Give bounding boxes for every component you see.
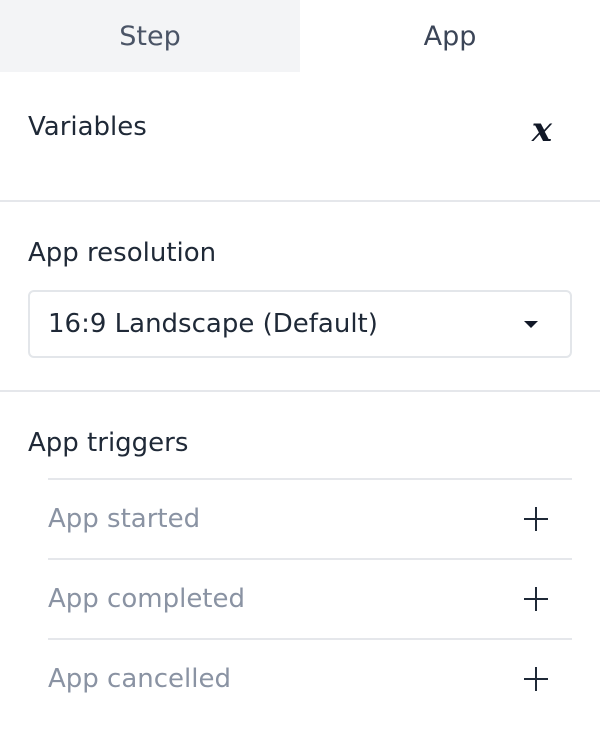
trigger-label: App started <box>48 504 201 534</box>
tab-step[interactable]: Step <box>0 0 300 72</box>
tab-step-label: Step <box>119 20 181 52</box>
tab-app-label: App <box>423 20 477 52</box>
tab-bar: Step App <box>0 0 600 72</box>
triggers-title: App triggers <box>28 428 189 458</box>
resolution-select[interactable]: 16:9 Landscape (Default) <box>28 290 572 358</box>
chevron-down-icon <box>524 320 538 328</box>
variable-x-icon[interactable]: x <box>532 110 552 150</box>
tab-app[interactable]: App <box>300 0 600 72</box>
trigger-label: App cancelled <box>48 664 232 694</box>
trigger-app-started[interactable]: App started <box>48 478 572 558</box>
triggers-section: App triggers App started App completed A… <box>0 392 600 718</box>
plus-icon[interactable] <box>524 507 548 531</box>
variables-title: Variables <box>28 112 147 142</box>
trigger-label: App completed <box>48 584 246 614</box>
variables-section: Variables x <box>0 72 600 200</box>
resolution-selected-value: 16:9 Landscape (Default) <box>48 309 378 339</box>
resolution-section: App resolution 16:9 Landscape (Default) <box>0 202 600 390</box>
trigger-app-completed[interactable]: App completed <box>48 558 572 638</box>
triggers-list: App started App completed App cancelled <box>48 478 572 718</box>
resolution-title: App resolution <box>28 238 217 268</box>
plus-icon[interactable] <box>524 667 548 691</box>
trigger-app-cancelled[interactable]: App cancelled <box>48 638 572 718</box>
plus-icon[interactable] <box>524 587 548 611</box>
